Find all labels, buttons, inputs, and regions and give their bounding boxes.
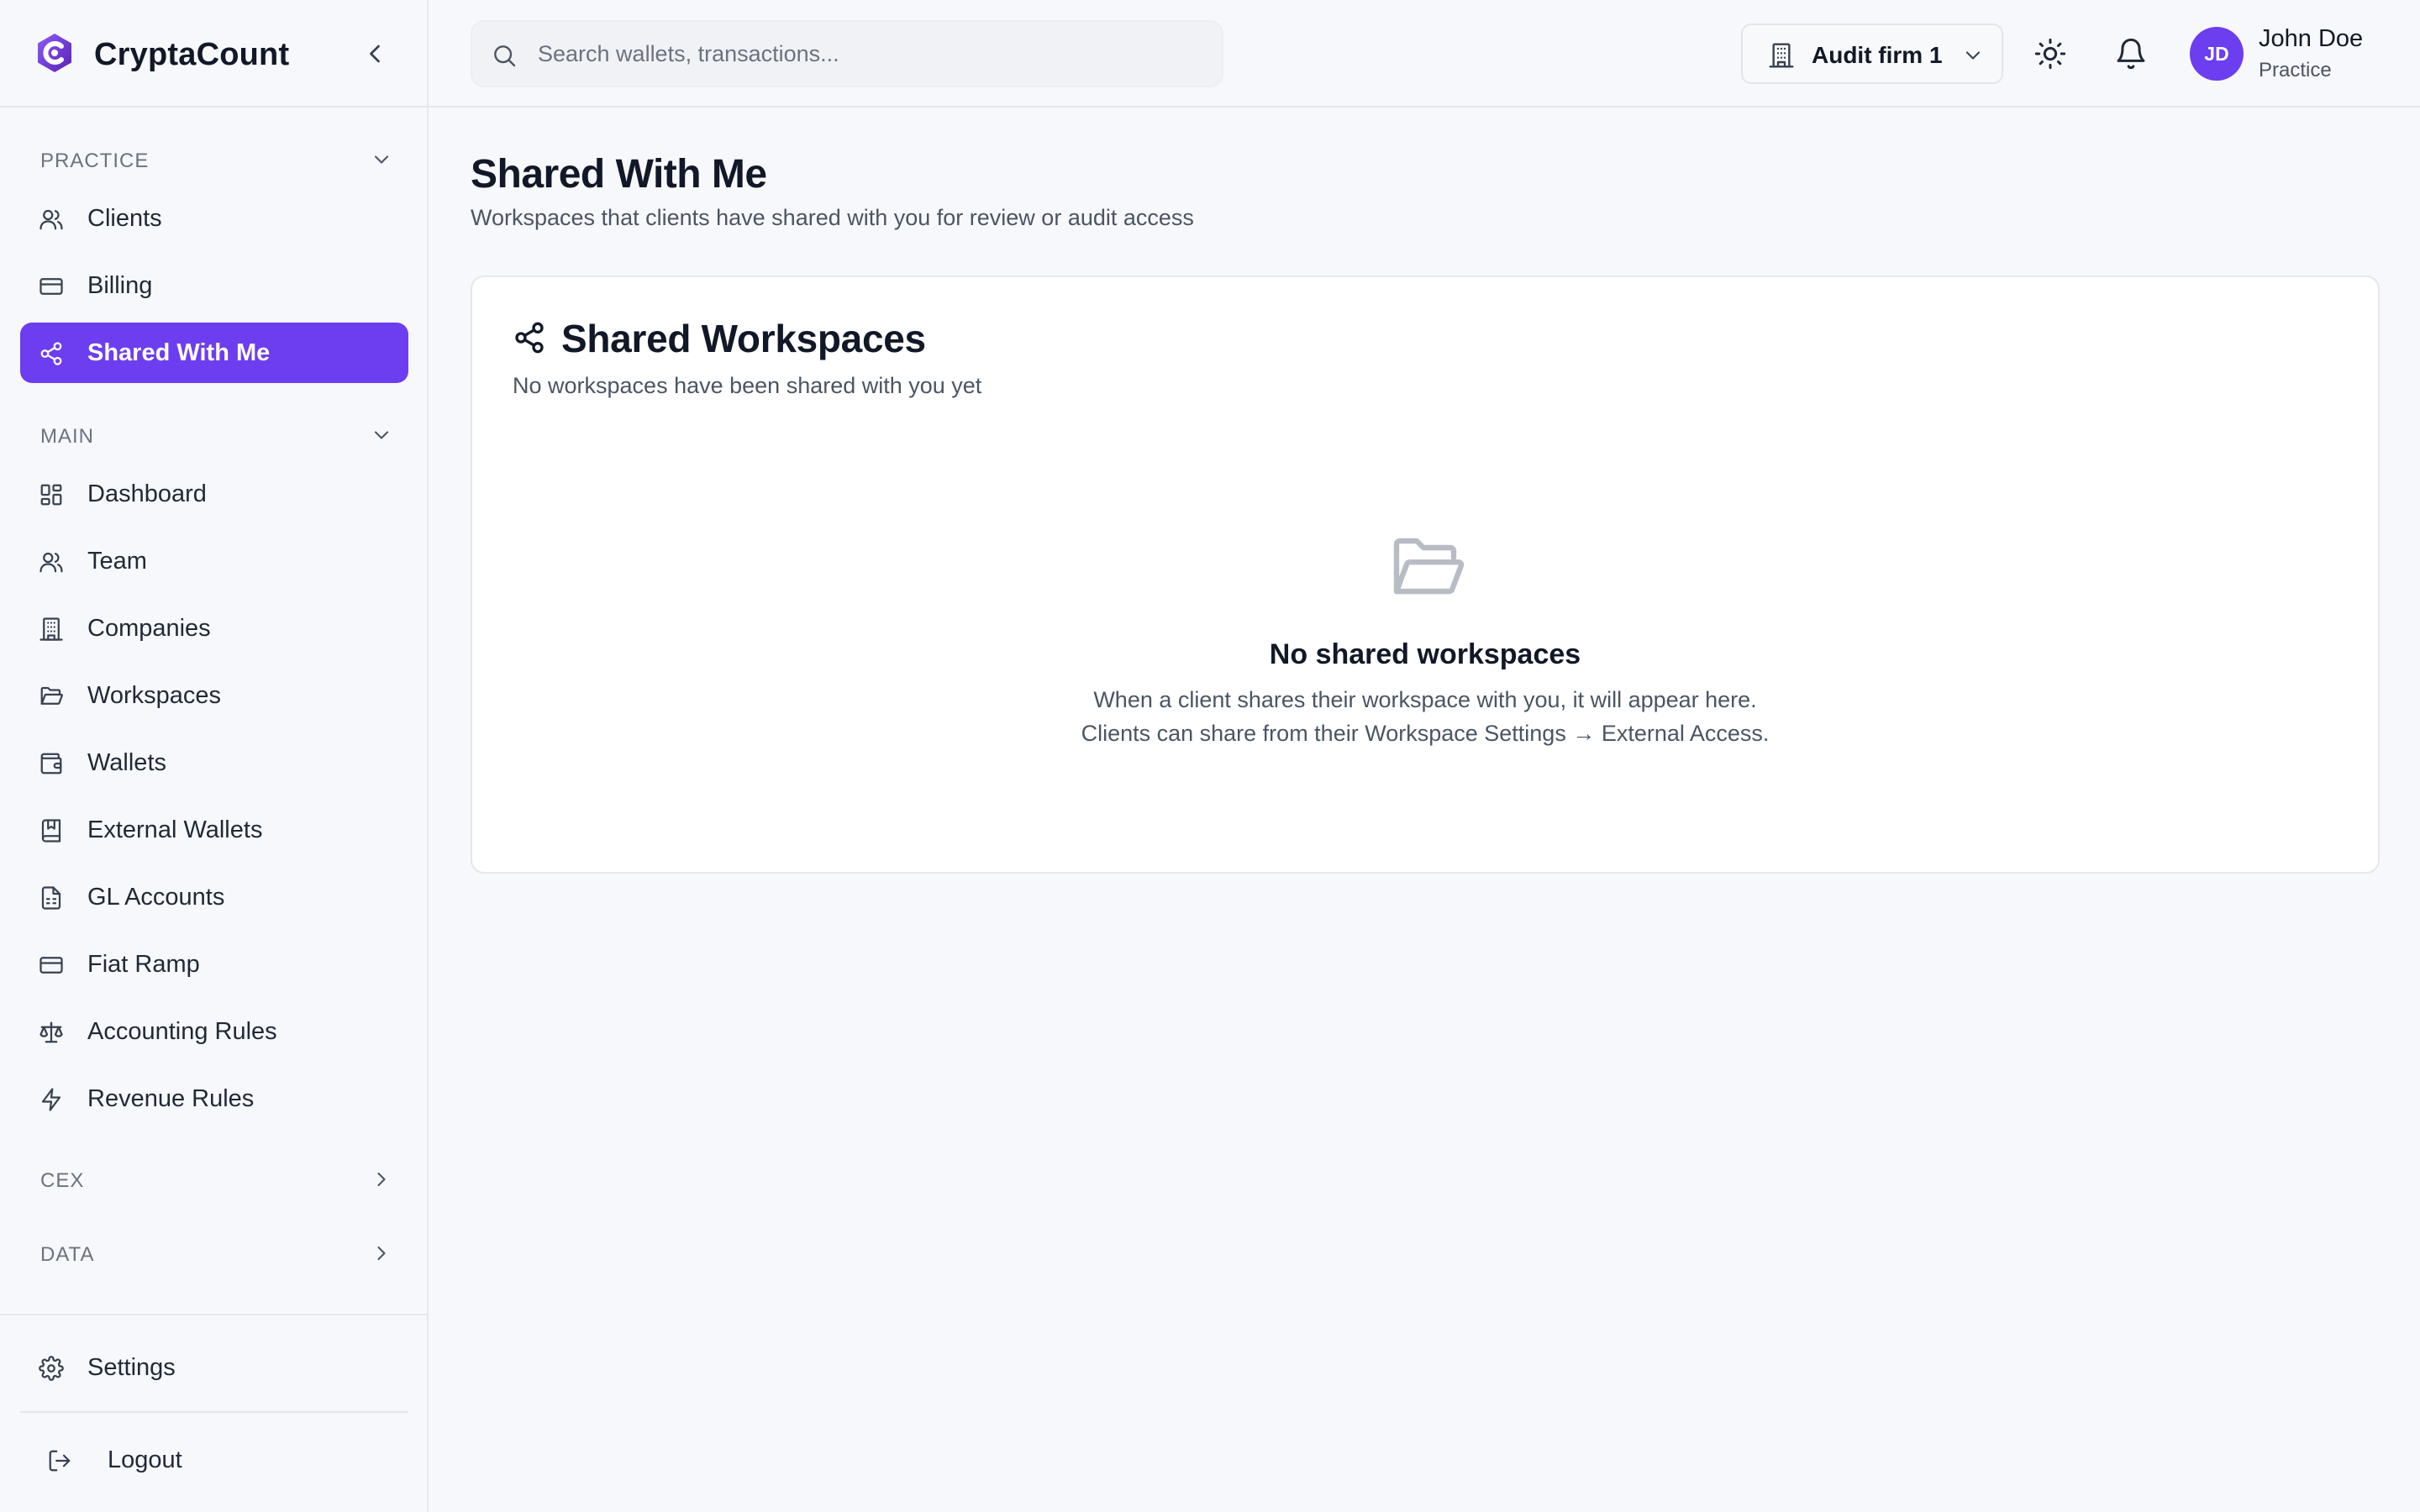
sidebar-footer: Settings Logout	[0, 1314, 427, 1512]
sidebar-item-label: External Wallets	[87, 816, 263, 843]
scale-icon	[39, 1020, 64, 1045]
search-icon	[491, 42, 518, 69]
section-data-label: DATA	[40, 1243, 95, 1266]
sidebar-item-settings[interactable]: Settings	[20, 1337, 408, 1398]
sidebar-item-label: Dashboard	[87, 480, 207, 507]
sidebar-item-label: Revenue Rules	[87, 1085, 255, 1112]
sidebar-item-team[interactable]: Team	[20, 531, 408, 591]
credit-card-icon	[39, 953, 64, 978]
search-bar[interactable]	[471, 20, 1223, 87]
chevron-down-icon	[370, 423, 393, 447]
sidebar-item-label: Team	[87, 548, 147, 575]
page-subtitle: Workspaces that clients have shared with…	[471, 205, 1194, 230]
building-icon	[39, 617, 64, 642]
brand-bar: CryptaCount	[0, 0, 427, 108]
sidebar-item-accounting-rules[interactable]: Accounting Rules	[20, 1001, 408, 1062]
section-main-toggle[interactable]: MAIN	[40, 420, 393, 454]
firm-selector-label: Audit firm 1	[1812, 42, 1943, 68]
page-title: Shared With Me	[471, 152, 767, 197]
sidebar-item-label: Accounting Rules	[87, 1018, 277, 1045]
share-icon	[39, 341, 64, 366]
wallet-icon	[39, 751, 64, 776]
sidebar-item-clients[interactable]: Clients	[20, 188, 408, 249]
card-title: Shared Workspaces	[561, 317, 926, 360]
collapse-sidebar-chevron-left-icon[interactable]	[360, 39, 390, 69]
sidebar-item-label: Workspaces	[87, 682, 222, 709]
sidebar-item-workspaces[interactable]: Workspaces	[20, 665, 408, 726]
chevron-down-icon	[1961, 44, 1985, 67]
logout-button[interactable]: Logout	[20, 1430, 408, 1490]
avatar[interactable]: JD	[2190, 27, 2244, 81]
section-practice-toggle[interactable]: PRACTICE	[40, 144, 393, 178]
theme-toggle-sun-icon[interactable]	[2033, 37, 2067, 71]
section-data-toggle[interactable]: DATA	[40, 1238, 393, 1272]
logout-icon	[47, 1448, 72, 1473]
sidebar-item-label: Settings	[87, 1354, 176, 1381]
bookmark-book-icon	[39, 818, 64, 843]
sidebar-item-label: Billing	[87, 272, 153, 299]
sidebar-item-shared-with-me[interactable]: Shared With Me	[20, 323, 408, 383]
user-name[interactable]: John Doe	[2259, 25, 2363, 53]
sidebar-item-label: Companies	[87, 615, 211, 642]
section-cex-label: CEX	[40, 1169, 85, 1192]
building-icon	[1768, 42, 1795, 69]
folder-open-icon	[1386, 528, 1467, 608]
top-header: Audit firm 1 JD John Doe Practice	[429, 0, 2420, 108]
chevron-right-icon	[370, 1242, 393, 1265]
user-role: Practice	[2259, 59, 2332, 81]
sidebar-item-wallets[interactable]: Wallets	[20, 732, 408, 793]
brand-name: CryptaCount	[94, 37, 290, 72]
sidebar-item-billing[interactable]: Billing	[20, 255, 408, 316]
sidebar-item-label: Wallets	[87, 749, 166, 776]
section-practice-label: PRACTICE	[40, 150, 150, 172]
brand-logo-icon[interactable]	[34, 32, 76, 74]
sidebar-item-dashboard[interactable]: Dashboard	[20, 464, 408, 524]
sidebar-item-revenue-rules[interactable]: Revenue Rules	[20, 1068, 408, 1129]
users-icon	[39, 549, 64, 575]
grid-icon	[39, 482, 64, 507]
sidebar-item-label: Shared With Me	[87, 339, 271, 366]
section-cex-toggle[interactable]: CEX	[40, 1164, 393, 1198]
card-subtitle: No workspaces have been shared with you …	[513, 373, 982, 398]
sidebar-item-external-wallets[interactable]: External Wallets	[20, 800, 408, 860]
shared-workspaces-card: Shared Workspaces No workspaces have bee…	[471, 276, 2380, 874]
sidebar-item-label: GL Accounts	[87, 884, 225, 911]
sidebar-item-fiat-ramp[interactable]: Fiat Ramp	[20, 934, 408, 995]
section-main-label: MAIN	[40, 425, 94, 448]
notifications-bell-icon[interactable]	[2114, 37, 2148, 71]
sidebar: CryptaCount PRACTICE Clients Billing Sha…	[0, 0, 429, 1512]
empty-state-message: When a client shares their workspace wit…	[1093, 687, 1757, 712]
users-icon	[39, 207, 64, 232]
lightning-icon	[39, 1087, 64, 1112]
file-spreadsheet-icon	[39, 885, 64, 911]
chevron-right-icon	[370, 1168, 393, 1191]
empty-state-title: No shared workspaces	[1269, 638, 1581, 670]
share-icon	[513, 321, 546, 354]
logout-label: Logout	[108, 1446, 182, 1473]
sidebar-item-label: Clients	[87, 205, 162, 232]
search-input[interactable]	[538, 32, 1202, 76]
sidebar-item-gl-accounts[interactable]: GL Accounts	[20, 867, 408, 927]
chevron-down-icon	[370, 148, 393, 171]
folder-open-icon	[39, 684, 64, 709]
gear-icon	[39, 1356, 64, 1381]
empty-state-hint: Clients can share from their Workspace S…	[1081, 721, 1770, 746]
sidebar-item-companies[interactable]: Companies	[20, 598, 408, 659]
footer-divider	[20, 1411, 408, 1413]
credit-card-icon	[39, 274, 64, 299]
firm-selector-dropdown[interactable]: Audit firm 1	[1741, 24, 2003, 84]
sidebar-item-label: Fiat Ramp	[87, 951, 200, 978]
